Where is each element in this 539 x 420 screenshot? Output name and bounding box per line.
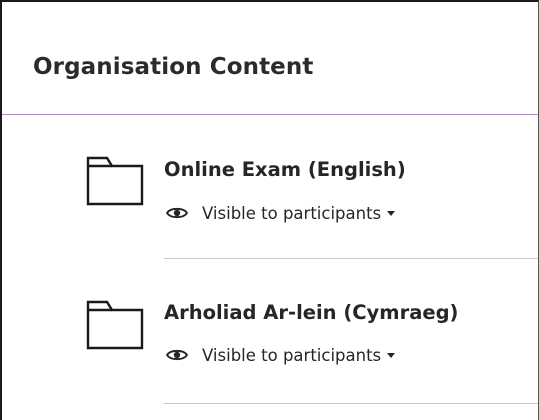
eye-icon [166,349,188,361]
visibility-dropdown[interactable]: Visible to participants [166,201,396,225]
folder-icon[interactable] [86,156,144,206]
page-title: Organisation Content [33,54,314,80]
item-title-link[interactable]: Arholiad Ar-lein (Cymraeg) [164,301,458,324]
folder-icon[interactable] [86,300,144,350]
visibility-label: Visible to participants [202,345,382,365]
content-panel: Organisation Content Online Exam (Englis… [0,0,539,420]
item-divider [164,258,538,259]
panel-header: Organisation Content [2,2,538,115]
caret-down-icon [387,210,396,216]
eye-icon [166,207,188,219]
caret-down-icon [387,352,396,358]
item-title-link[interactable]: Online Exam (English) [164,158,406,181]
item-divider [164,403,538,404]
visibility-dropdown[interactable]: Visible to participants [166,343,396,367]
visibility-label: Visible to participants [202,203,382,223]
